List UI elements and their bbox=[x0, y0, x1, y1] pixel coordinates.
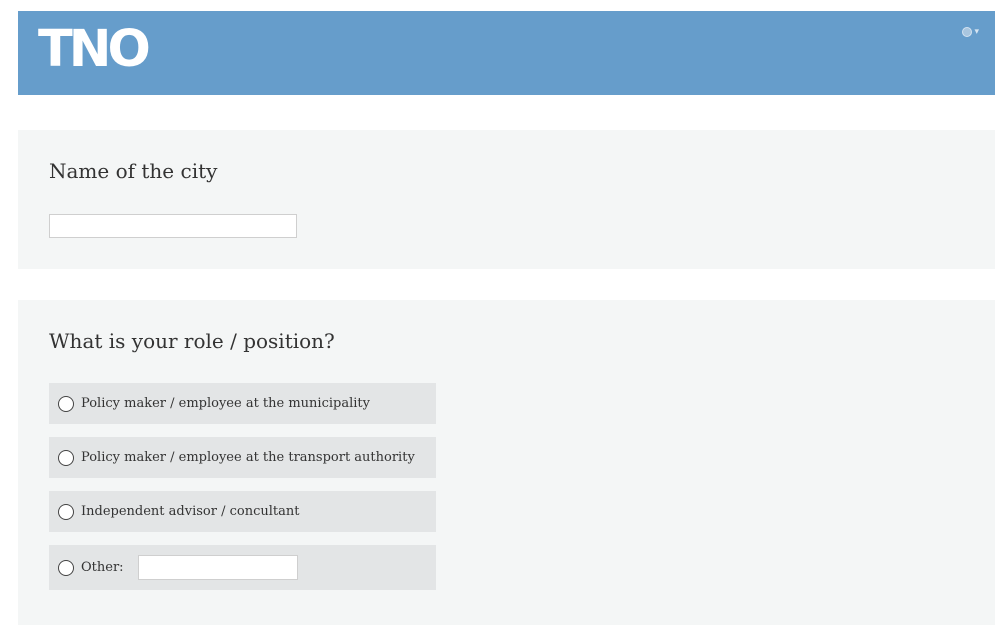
question-role-section: What is your role / position? Policy mak… bbox=[18, 300, 995, 625]
role-option-label: Policy maker / employee at the transport… bbox=[81, 450, 415, 465]
role-option-label: Independent advisor / concultant bbox=[81, 504, 300, 519]
question-city-section: Name of the city bbox=[18, 130, 995, 269]
language-selector[interactable]: ▾ bbox=[962, 27, 979, 37]
radio-button[interactable] bbox=[58, 449, 74, 466]
radio-button[interactable] bbox=[58, 503, 74, 520]
role-option-label: Other: bbox=[81, 560, 124, 575]
role-option-other[interactable]: Other: bbox=[49, 545, 436, 590]
role-option-independent-advisor[interactable]: Independent advisor / concultant bbox=[49, 491, 436, 532]
question-city-title: Name of the city bbox=[49, 159, 218, 183]
header-bar: TNO ▾ bbox=[18, 11, 995, 95]
tno-logo: TNO bbox=[38, 20, 151, 79]
radio-button[interactable] bbox=[58, 395, 74, 412]
role-option-label: Policy maker / employee at the municipal… bbox=[81, 396, 370, 411]
globe-icon bbox=[962, 27, 973, 37]
other-role-input[interactable] bbox=[137, 555, 298, 580]
role-option-transport-authority[interactable]: Policy maker / employee at the transport… bbox=[49, 437, 436, 478]
radio-button[interactable] bbox=[58, 559, 74, 576]
role-option-municipality[interactable]: Policy maker / employee at the municipal… bbox=[49, 383, 436, 424]
question-role-title: What is your role / position? bbox=[49, 329, 335, 353]
city-name-input[interactable] bbox=[49, 214, 297, 238]
chevron-down-icon: ▾ bbox=[974, 27, 979, 37]
